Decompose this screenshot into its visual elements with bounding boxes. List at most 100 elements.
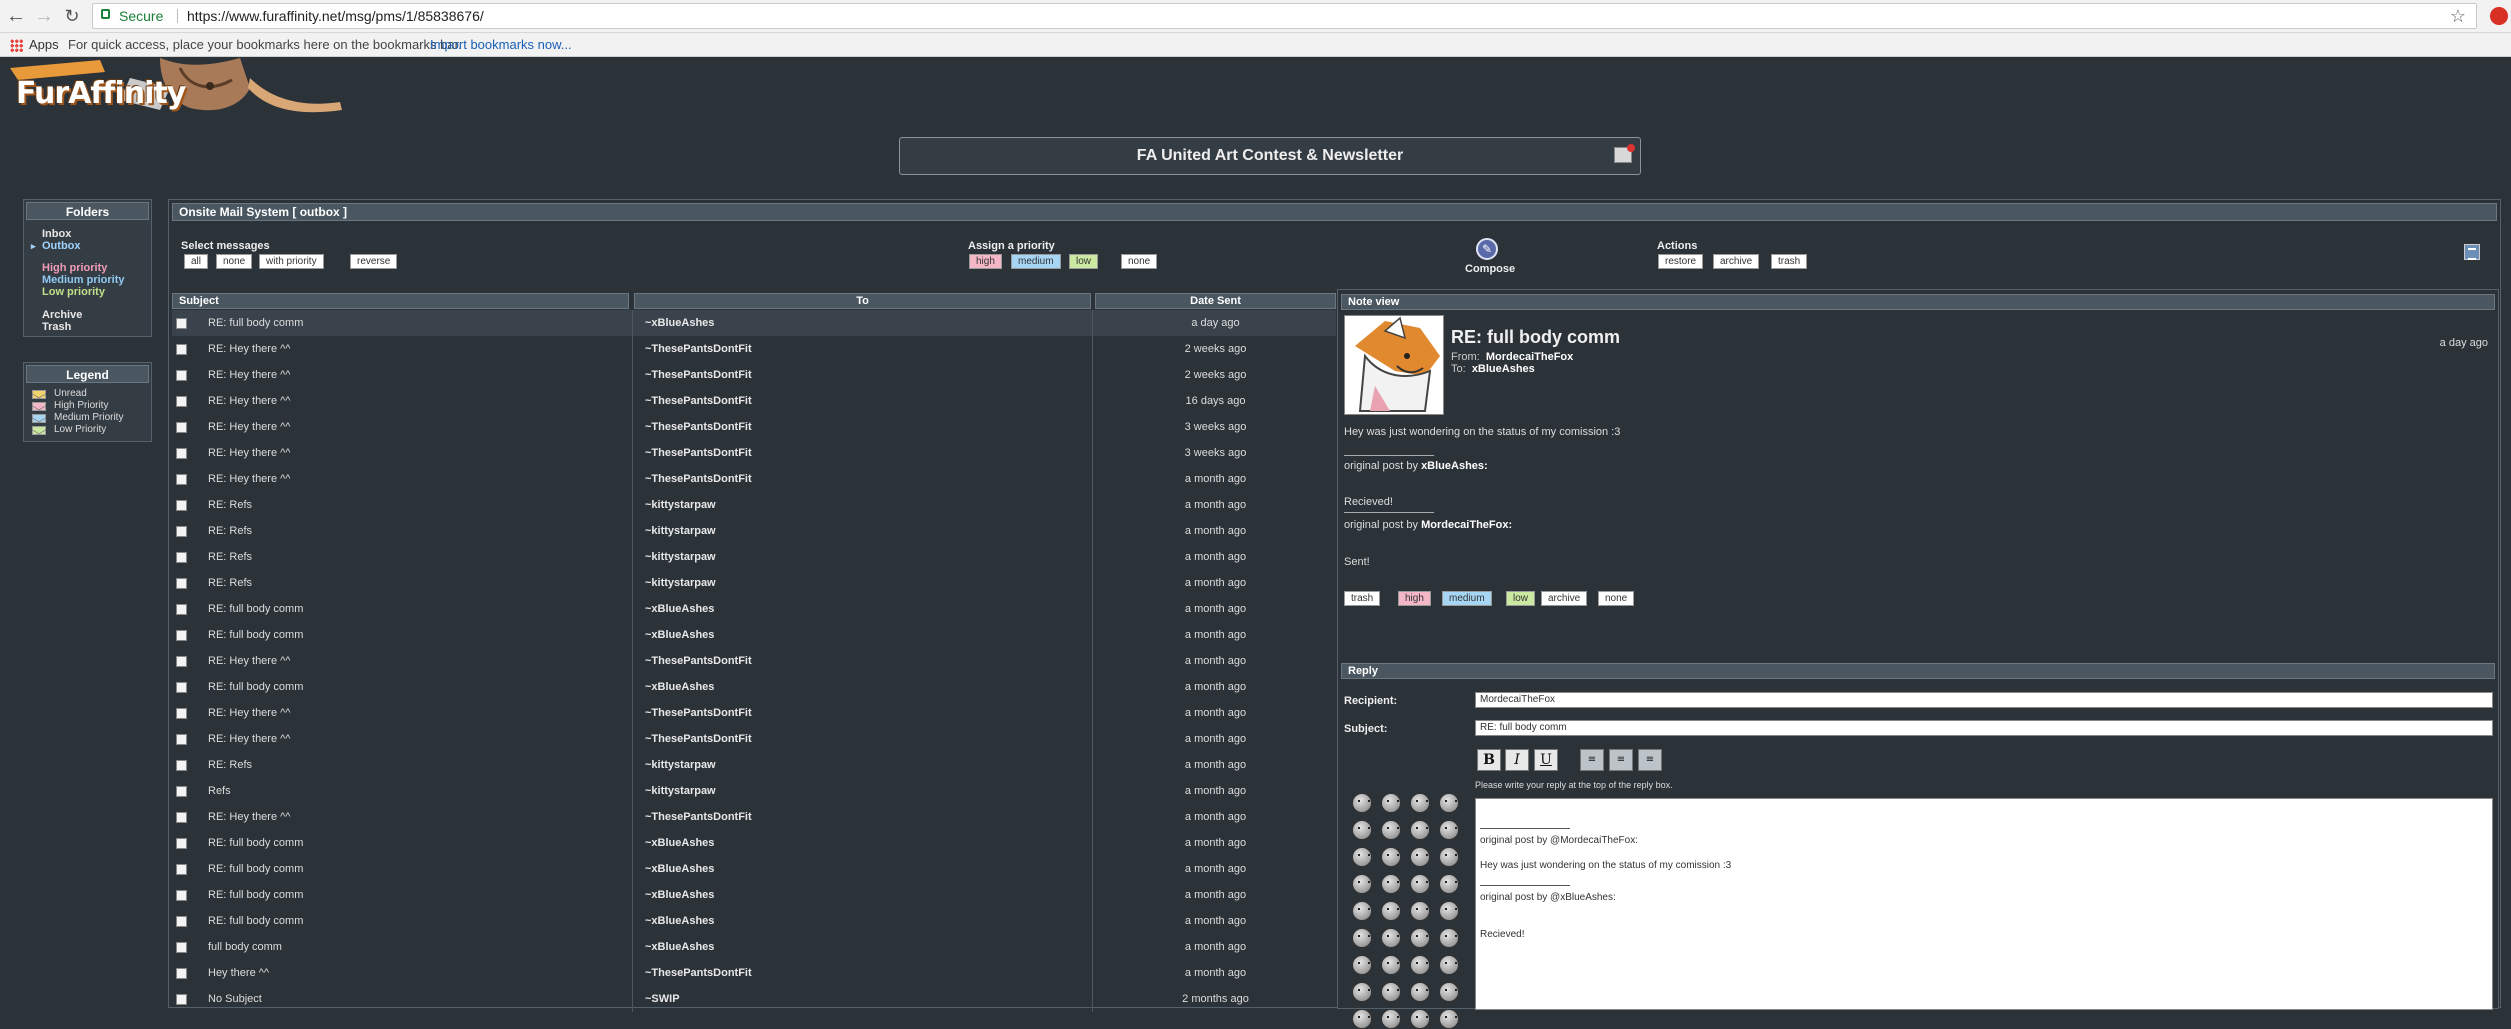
newsletter-banner[interactable]: FA United Art Contest & Newsletter	[899, 137, 1641, 175]
bold-button[interactable]: B	[1477, 749, 1501, 771]
row-recipient[interactable]: ~kittystarpaw	[645, 544, 716, 570]
row-recipient[interactable]: ~xBlueAshes	[645, 310, 714, 336]
row-subject[interactable]: RE: Refs	[208, 492, 252, 518]
table-row[interactable]: RE: Refs ~kittystarpaw a month ago	[172, 518, 1336, 544]
italic-button[interactable]: I	[1505, 749, 1529, 771]
row-recipient[interactable]: ~xBlueAshes	[645, 622, 714, 648]
smiley-icon[interactable]	[1410, 847, 1430, 867]
table-row[interactable]: No Subject ~SWIP 2 months ago	[172, 986, 1336, 1012]
row-subject[interactable]: RE: full body comm	[208, 908, 303, 934]
row-subject[interactable]: Hey there ^^	[208, 960, 269, 986]
url-text[interactable]: https://www.furaffinity.net/msg/pms/1/85…	[187, 4, 484, 28]
row-recipient[interactable]: ~xBlueAshes	[645, 830, 714, 856]
to-user-link[interactable]: xBlueAshes	[1472, 363, 1535, 375]
note-archive-button[interactable]: archive	[1541, 591, 1588, 606]
trash-button[interactable]: trash	[1771, 254, 1808, 269]
row-recipient[interactable]: ~xBlueAshes	[645, 674, 714, 700]
select-all-button[interactable]: all	[184, 254, 209, 269]
row-subject[interactable]: RE: Refs	[208, 752, 252, 778]
row-checkbox[interactable]	[176, 890, 187, 901]
row-subject[interactable]: full body comm	[208, 934, 282, 960]
table-row[interactable]: RE: Refs ~kittystarpaw a month ago	[172, 544, 1336, 570]
folder-low-priority[interactable]: Low priority	[24, 286, 151, 298]
select-none-button[interactable]: none	[216, 254, 253, 269]
align-center-icon[interactable]: ≡	[1609, 749, 1633, 771]
table-row[interactable]: RE: Hey there ^^ ~ThesePantsDontFit 2 week…	[172, 362, 1336, 388]
smiley-icon[interactable]	[1352, 1009, 1372, 1029]
priority-medium-button[interactable]: medium	[1011, 254, 1061, 269]
address-bar[interactable]: Secure https://www.furaffinity.net/msg/p…	[92, 3, 2477, 29]
row-subject[interactable]: RE: Hey there ^^	[208, 336, 290, 362]
row-subject[interactable]: RE: Refs	[208, 518, 252, 544]
priority-none-button[interactable]: none	[1121, 254, 1158, 269]
row-checkbox[interactable]	[176, 734, 187, 745]
align-right-icon[interactable]: ≡	[1638, 749, 1662, 771]
row-checkbox[interactable]	[176, 526, 187, 537]
compose-pencil-icon[interactable]: ✎	[1476, 238, 1498, 260]
from-user-link[interactable]: MordecaiTheFox	[1486, 351, 1573, 363]
align-left-icon[interactable]: ≡	[1580, 749, 1604, 771]
row-subject[interactable]: RE: Hey there ^^	[208, 466, 290, 492]
smiley-icon[interactable]	[1352, 955, 1372, 975]
row-checkbox[interactable]	[176, 838, 187, 849]
smiley-icon[interactable]	[1410, 820, 1430, 840]
smiley-icon[interactable]	[1352, 847, 1372, 867]
apps-grid-icon[interactable]	[10, 39, 23, 52]
row-recipient[interactable]: ~ThesePantsDontFit	[645, 648, 752, 674]
row-subject[interactable]: RE: Hey there ^^	[208, 414, 290, 440]
smiley-icon[interactable]	[1381, 928, 1401, 948]
smiley-icon[interactable]	[1410, 901, 1430, 921]
smiley-icon[interactable]	[1439, 955, 1459, 975]
row-checkbox[interactable]	[176, 630, 187, 641]
smiley-icon[interactable]	[1381, 1009, 1401, 1029]
smiley-icon[interactable]	[1439, 928, 1459, 948]
notification-mail-icon[interactable]	[1614, 144, 1635, 163]
row-subject[interactable]: RE: Hey there ^^	[208, 700, 290, 726]
row-recipient[interactable]: ~SWIP	[645, 986, 680, 1012]
extension-icon[interactable]	[2490, 7, 2508, 25]
row-recipient[interactable]: ~ThesePantsDontFit	[645, 726, 752, 752]
table-row[interactable]: RE: Hey there ^^ ~ThesePantsDontFit 3 week…	[172, 414, 1336, 440]
table-row[interactable]: RE: full body comm ~xBlueAshes a month ago	[172, 882, 1336, 908]
smiley-icon[interactable]	[1352, 874, 1372, 894]
site-logo[interactable]: FurAffinity	[10, 58, 390, 116]
row-subject[interactable]: RE: Hey there ^^	[208, 362, 290, 388]
priority-high-button[interactable]: high	[969, 254, 1002, 269]
row-checkbox[interactable]	[176, 604, 187, 615]
apps-link[interactable]: Apps	[29, 33, 59, 57]
bookmark-star-icon[interactable]: ☆	[2450, 4, 2466, 28]
table-row[interactable]: RE: Hey there ^^ ~ThesePantsDontFit 16 day…	[172, 388, 1336, 414]
sender-avatar[interactable]	[1344, 315, 1444, 415]
smiley-icon[interactable]	[1439, 982, 1459, 1002]
row-subject[interactable]: RE: Hey there ^^	[208, 648, 290, 674]
smiley-icon[interactable]	[1381, 874, 1401, 894]
row-checkbox[interactable]	[176, 448, 187, 459]
row-checkbox[interactable]	[176, 422, 187, 433]
row-recipient[interactable]: ~xBlueAshes	[645, 596, 714, 622]
row-checkbox[interactable]	[176, 344, 187, 355]
row-checkbox[interactable]	[176, 942, 187, 953]
smiley-icon[interactable]	[1439, 847, 1459, 867]
table-row[interactable]: RE: Hey there ^^ ~ThesePantsDontFit a mont…	[172, 466, 1336, 492]
folder-archive[interactable]: Archive	[24, 309, 151, 321]
folder-trash[interactable]: Trash	[24, 321, 151, 333]
row-subject[interactable]: Refs	[208, 778, 231, 804]
table-row[interactable]: RE: full body comm ~xBlueAshes a month ago	[172, 830, 1336, 856]
smiley-icon[interactable]	[1381, 982, 1401, 1002]
folder-inbox[interactable]: Inbox	[24, 228, 151, 240]
row-recipient[interactable]: ~kittystarpaw	[645, 570, 716, 596]
smiley-icon[interactable]	[1410, 982, 1430, 1002]
table-row[interactable]: RE: full body comm ~xBlueAshes a month ago	[172, 908, 1336, 934]
row-recipient[interactable]: ~ThesePantsDontFit	[645, 336, 752, 362]
row-checkbox[interactable]	[176, 994, 187, 1005]
row-recipient[interactable]: ~ThesePantsDontFit	[645, 466, 752, 492]
row-recipient[interactable]: ~ThesePantsDontFit	[645, 414, 752, 440]
smiley-icon[interactable]	[1381, 901, 1401, 921]
row-subject[interactable]: No Subject	[208, 986, 262, 1012]
select-with-priority-button[interactable]: with priority	[259, 254, 324, 269]
smiley-icon[interactable]	[1439, 820, 1459, 840]
table-row[interactable]: RE: Hey there ^^ ~ThesePantsDontFit a mont…	[172, 726, 1336, 752]
row-subject[interactable]: RE: Hey there ^^	[208, 388, 290, 414]
row-checkbox[interactable]	[176, 786, 187, 797]
table-row[interactable]: Hey there ^^ ~ThesePantsDontFit a month ag…	[172, 960, 1336, 986]
